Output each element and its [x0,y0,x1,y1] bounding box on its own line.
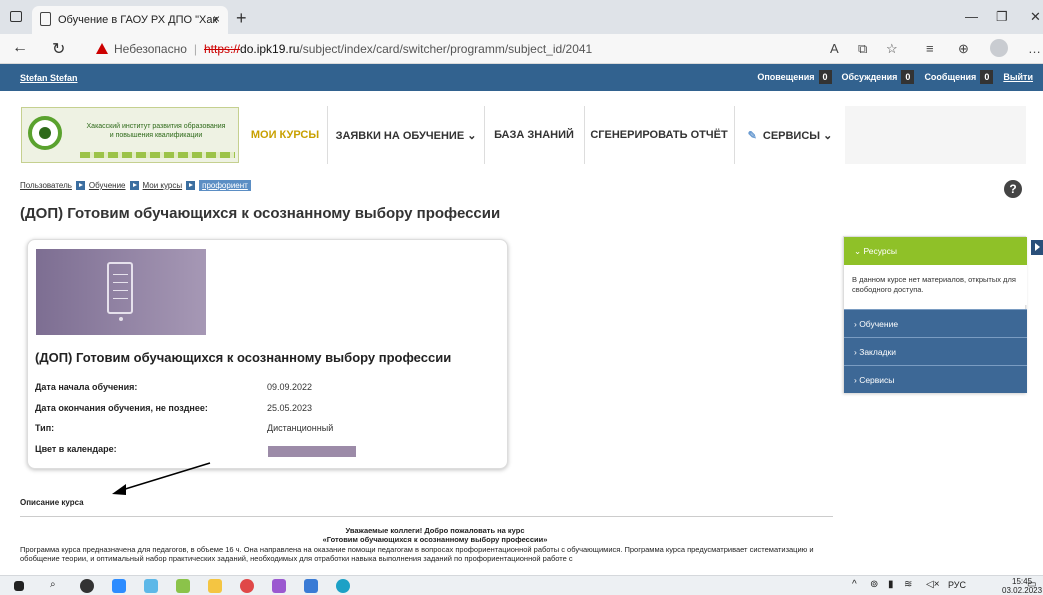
app-icon[interactable] [272,579,286,593]
panel-services-header[interactable]: › Сервисы [844,365,1027,393]
network-icon[interactable]: ≋ [904,579,912,590]
course-side-panel: ⌄ Ресурсы В данном курсе нет материалов,… [843,236,1027,393]
app-icon[interactable] [144,579,158,593]
description-text: Программа курса предназначена для педаго… [20,545,814,563]
edge-icon[interactable] [336,579,350,593]
windows-taskbar: ⌕ ^ ⊚ ▮ ≋ ◁× РУС 15:45 03.02.2023 ▭ [0,575,1043,595]
tray-app-icon[interactable]: ⊚ [870,579,878,590]
welcome-line-1: Уважаемые коллеги! Добро пожаловать на к… [345,526,525,535]
panel-learning-header[interactable]: › Обучение [844,309,1027,337]
resources-text: В данном курсе нет материалов, открытых … [844,265,1027,305]
file-explorer-icon[interactable] [208,579,222,593]
paint-icon[interactable] [176,579,190,593]
battery-icon[interactable]: ▮ [888,579,894,590]
start-icon[interactable] [14,581,24,591]
notifications-icon[interactable]: ▭ [1027,579,1036,590]
description-heading: Описание курса [20,498,84,507]
zoom-icon[interactable] [112,579,126,593]
search-icon[interactable]: ⌕ [50,579,56,590]
panel-resources-header[interactable]: ⌄ Ресурсы [844,237,1027,265]
tray-up-icon[interactable]: ^ [852,579,857,590]
document-icon[interactable] [304,579,318,593]
divider [20,516,833,517]
volume-icon[interactable]: ◁× [926,579,940,590]
panel-bookmarks-header[interactable]: › Закладки [844,337,1027,365]
panel-toggle-icon[interactable] [1031,240,1043,255]
yandex-icon[interactable] [240,579,254,593]
steam-icon[interactable] [80,579,94,593]
welcome-line-2: «Готовим обучающихся к осознанному выбор… [322,535,548,544]
language-indicator[interactable]: РУС [948,580,966,590]
